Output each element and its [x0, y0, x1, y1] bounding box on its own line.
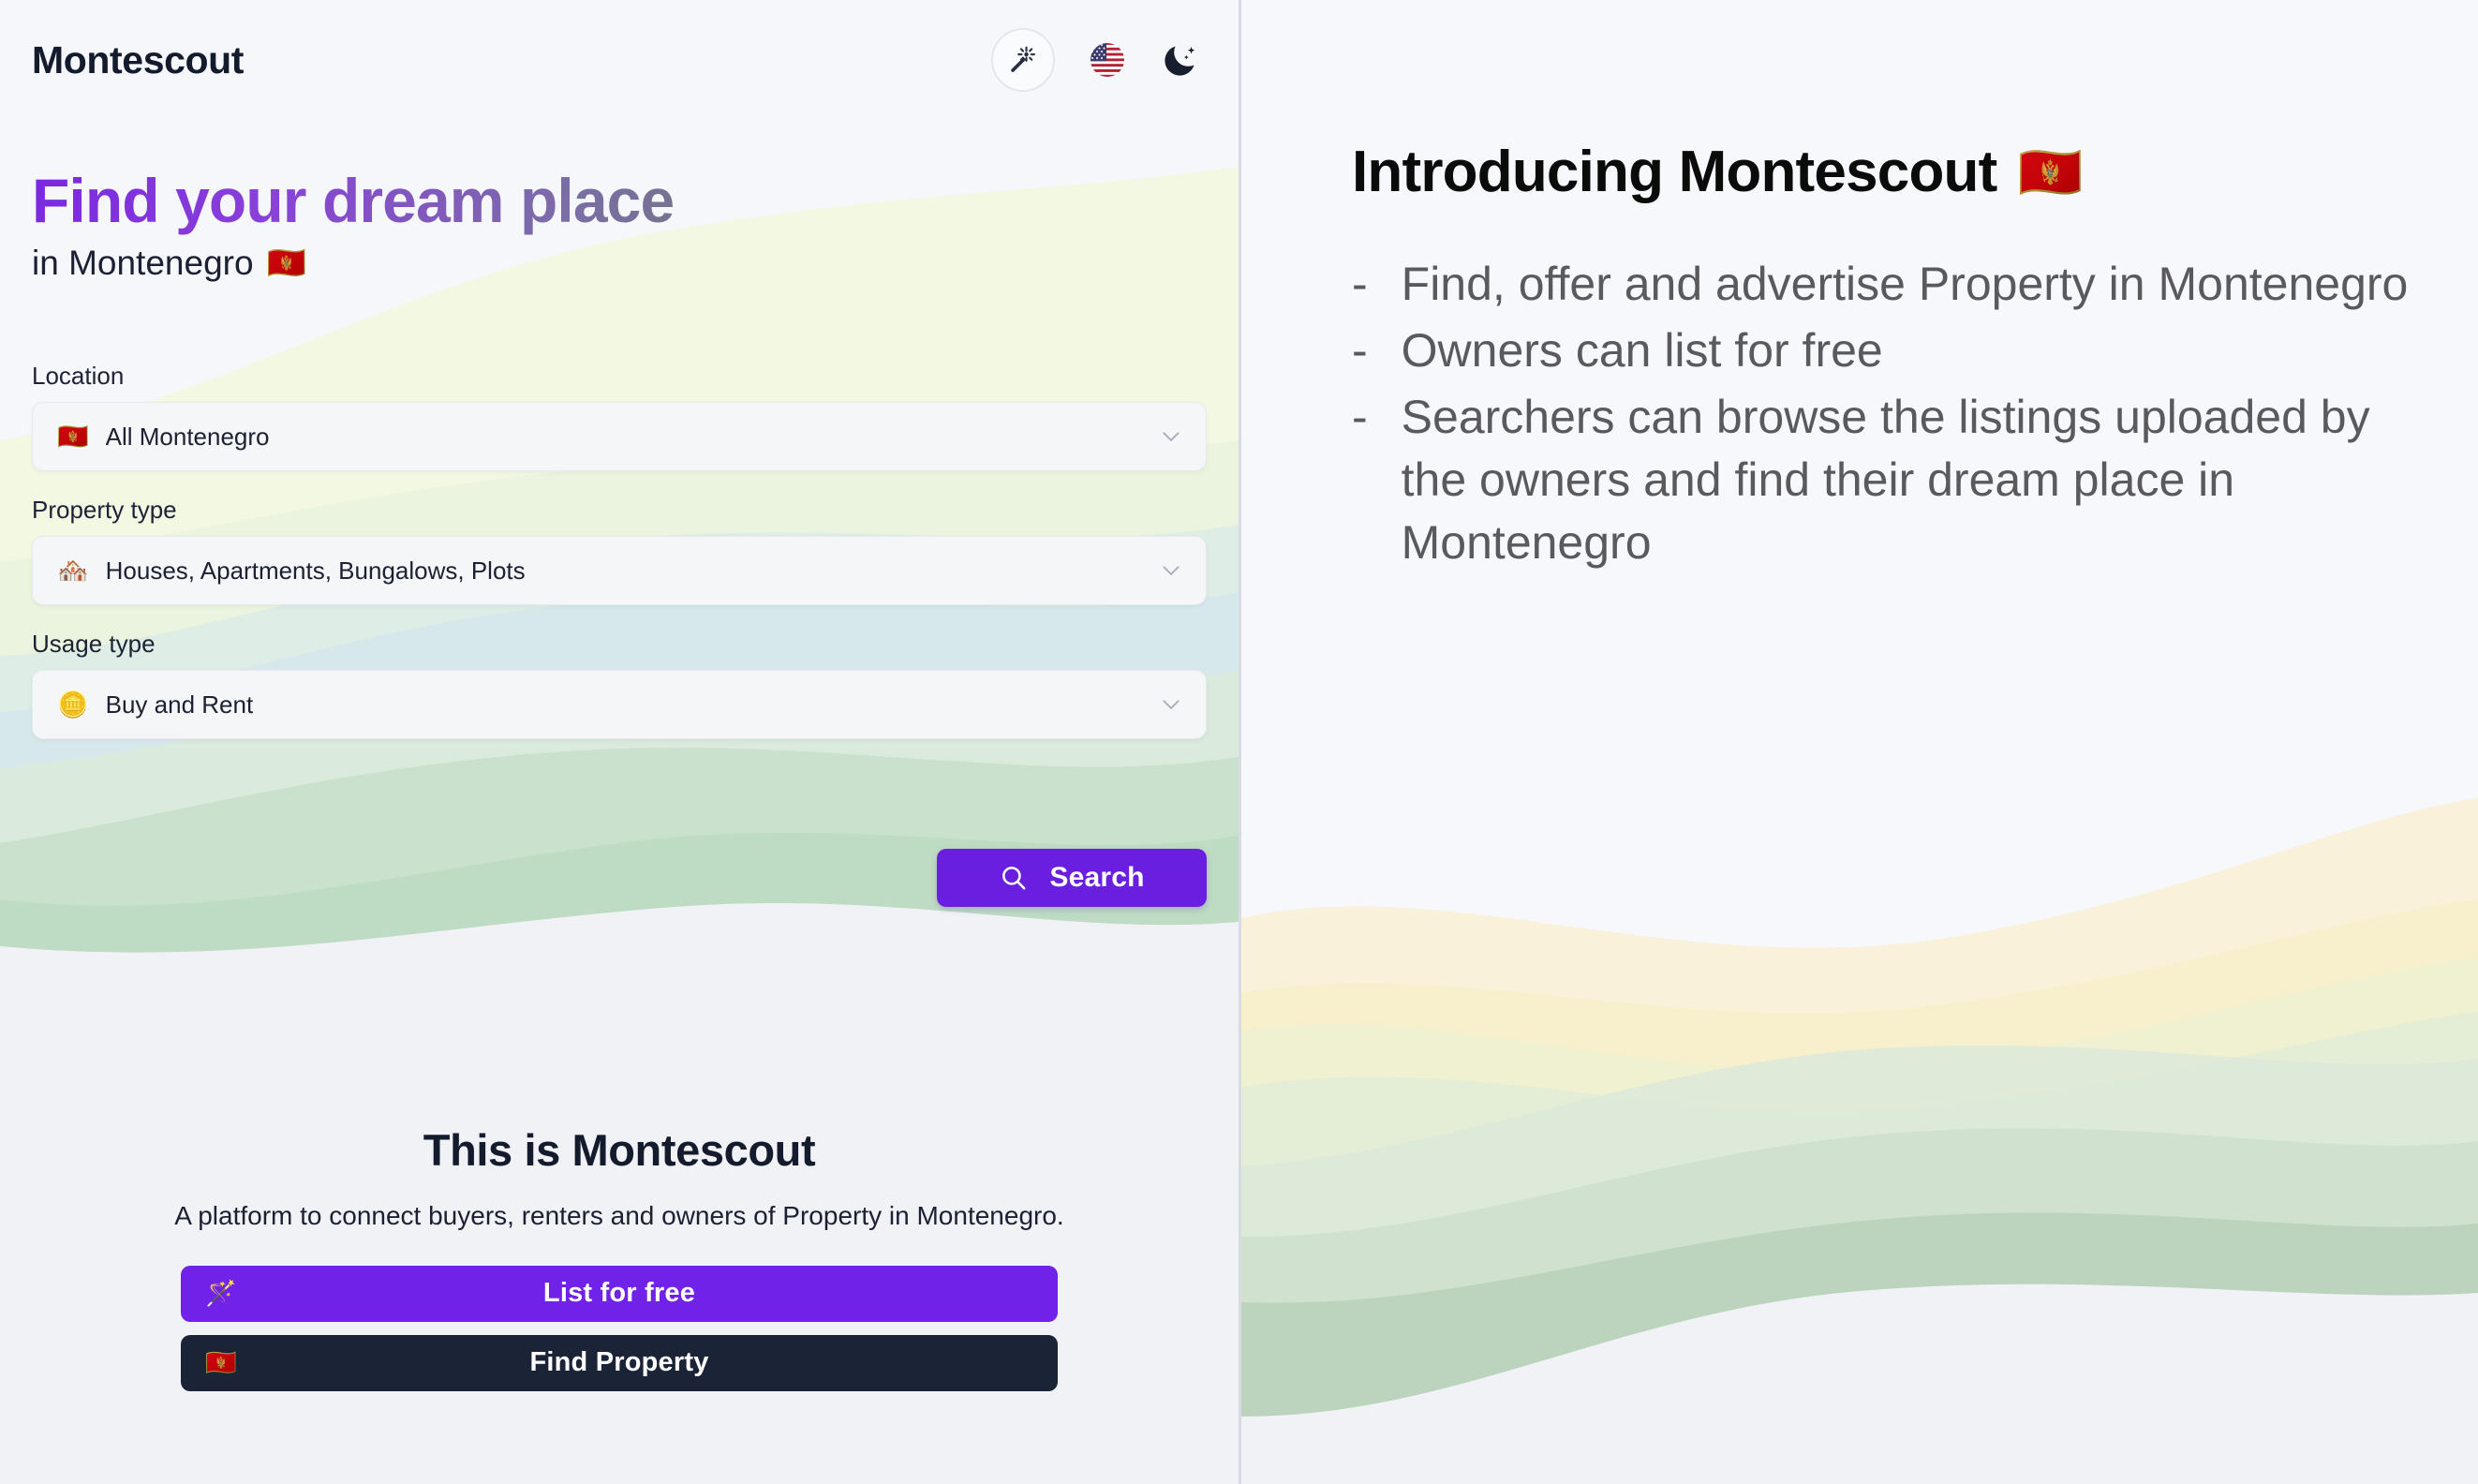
property-type-label: Property type [32, 496, 1207, 525]
field-location: Location 🇲🇪 All Montenegro [32, 362, 1207, 471]
promo-subtitle: A platform to connect buyers, renters an… [123, 1198, 1116, 1234]
list-item: - Find, offer and advertise Property in … [1352, 253, 2420, 316]
find-property-button[interactable]: 🇲🇪 Find Property [181, 1335, 1058, 1391]
list-item: - Owners can list for free [1352, 319, 2420, 382]
right-panel: Introducing Montescout 🇲🇪 - Find, offer … [1241, 0, 2478, 1484]
hero-title: Find your dream place [32, 167, 1194, 236]
search-icon [999, 863, 1029, 893]
search-form: Location 🇲🇪 All Montenegro Property type… [32, 362, 1207, 739]
coins-icon: 🪙 [57, 692, 89, 718]
list-for-free-button[interactable]: 🪄 List for free [181, 1266, 1058, 1322]
dark-mode-toggle[interactable] [1160, 39, 1201, 81]
bullet-text: Searchers can browse the listings upload… [1402, 386, 2420, 574]
intro-title: Introducing Montescout [1352, 141, 1996, 204]
hero-subtitle-row: in Montenegro 🇲🇪 [32, 244, 1194, 283]
magic-wand-icon [1007, 44, 1039, 76]
field-usage-type: Usage type 🪙 Buy and Rent [32, 630, 1207, 739]
promo-title: This is Montescout [0, 1124, 1239, 1176]
chevron-down-icon [1159, 424, 1183, 449]
montenegro-crest-icon: 🇲🇪 [57, 424, 89, 450]
intro-title-row: Introducing Montescout 🇲🇪 [1352, 141, 2422, 204]
header-actions [991, 28, 1201, 92]
montenegro-flag-icon: 🇲🇪 [2017, 146, 2082, 199]
list-for-free-label: List for free [543, 1278, 695, 1309]
chevron-down-icon [1159, 558, 1183, 583]
brand-logo[interactable]: Montescout [32, 38, 244, 82]
cta-group: 🪄 List for free 🇲🇪 Find Property [181, 1266, 1058, 1391]
location-select[interactable]: 🇲🇪 All Montenegro [32, 402, 1207, 471]
houses-icon: 🏘️ [57, 558, 89, 584]
search-button-row: Search [32, 849, 1207, 907]
usage-type-select[interactable]: 🪙 Buy and Rent [32, 670, 1207, 739]
app-header: Montescout [0, 0, 1239, 120]
location-label: Location [32, 362, 1207, 391]
hero-subtitle: in Montenegro [32, 244, 254, 283]
usage-type-value: Buy and Rent [106, 690, 1159, 720]
bullet-marker: - [1352, 319, 1368, 382]
usage-type-label: Usage type [32, 630, 1207, 659]
chevron-down-icon [1159, 692, 1183, 717]
intro-bullet-list: - Find, offer and advertise Property in … [1352, 253, 2422, 574]
montenegro-flag-icon: 🇲🇪 [267, 247, 306, 279]
bullet-text: Find, offer and advertise Property in Mo… [1402, 253, 2420, 316]
promo-section: This is Montescout A platform to connect… [0, 1124, 1239, 1391]
search-button-label: Search [1049, 862, 1144, 894]
location-value: All Montenegro [106, 423, 1159, 452]
moon-stars-icon [1161, 40, 1200, 80]
magic-wand-icon: 🪄 [205, 1281, 237, 1306]
hero-section: Find your dream place in Montenegro 🇲🇪 [32, 167, 1194, 283]
list-item: - Searchers can browse the listings uplo… [1352, 386, 2420, 574]
property-type-select[interactable]: 🏘️ Houses, Apartments, Bungalows, Plots [32, 536, 1207, 605]
intro-section: Introducing Montescout 🇲🇪 - Find, offer … [1241, 0, 2478, 574]
magic-wand-button[interactable] [991, 28, 1055, 92]
bullet-text: Owners can list for free [1402, 319, 2420, 382]
search-button[interactable]: Search [937, 849, 1207, 907]
left-panel: Montescout [0, 0, 1239, 1484]
field-property-type: Property type 🏘️ Houses, Apartments, Bun… [32, 496, 1207, 605]
us-flag-icon [1090, 42, 1125, 78]
property-type-value: Houses, Apartments, Bungalows, Plots [106, 556, 1159, 586]
find-property-label: Find Property [529, 1347, 708, 1378]
bullet-marker: - [1352, 386, 1368, 574]
language-flag-button[interactable] [1089, 41, 1126, 79]
montenegro-flag-icon: 🇲🇪 [205, 1350, 237, 1375]
app-root: Montescout [0, 0, 2478, 1484]
panel-divider [1239, 0, 1241, 1484]
left-panel-content: Montescout [0, 0, 1239, 1484]
bullet-marker: - [1352, 253, 1368, 316]
